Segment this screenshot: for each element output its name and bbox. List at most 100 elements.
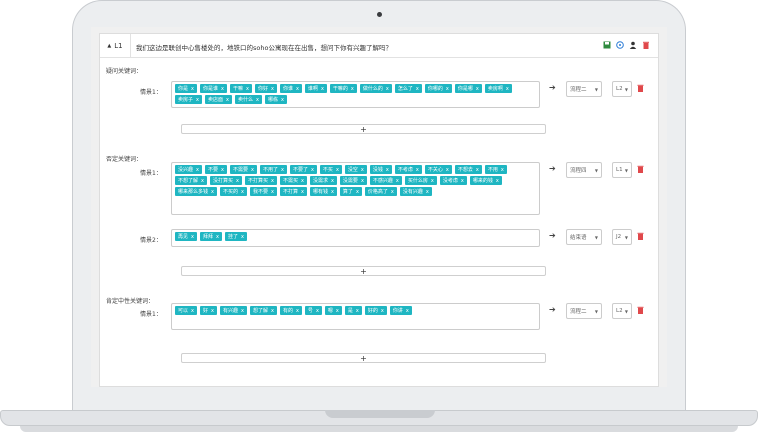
tag-remove-icon[interactable]: x (416, 166, 419, 174)
tag-remove-icon[interactable]: x (191, 233, 194, 241)
tag-remove-icon[interactable]: x (361, 177, 364, 185)
tag-remove-icon[interactable]: x (311, 166, 314, 174)
keyword-text: 哪来那么多钱 (178, 188, 209, 195)
level-select[interactable]: L1 ▼ (612, 162, 632, 178)
tag-remove-icon[interactable]: x (476, 166, 479, 174)
trash-icon[interactable] (637, 84, 644, 94)
keyword-box[interactable]: 没兴趣 x 不要 x 不需要 x 不用了 x 不要了 x 不买 x 没空 x 没钱 x 不考虑 x 不关心 x 不想去 x… (171, 162, 540, 215)
tag-remove-icon[interactable]: x (221, 166, 224, 174)
tag-remove-icon[interactable]: x (496, 177, 499, 185)
tag-remove-icon[interactable]: x (271, 85, 274, 93)
save-icon[interactable] (602, 40, 611, 49)
tag-remove-icon[interactable]: x (381, 307, 384, 315)
tag-remove-icon[interactable]: x (196, 96, 199, 104)
tag-remove-icon[interactable]: x (191, 307, 194, 315)
flow-select[interactable]: 结束语 ▼ (566, 229, 602, 245)
tag-remove-icon[interactable]: x (501, 166, 504, 174)
tag-remove-icon[interactable]: x (301, 177, 304, 185)
tag-remove-icon[interactable]: x (226, 96, 229, 104)
laptop-shadow (20, 426, 738, 432)
level-select[interactable]: L2 ▼ (612, 81, 632, 97)
keyword-tag: 不考虑 x (394, 165, 422, 174)
tag-remove-icon[interactable]: x (406, 307, 409, 315)
flow-select[interactable]: 流程二 ▼ (566, 81, 602, 97)
tag-remove-icon[interactable]: x (191, 85, 194, 93)
trash-icon[interactable] (637, 165, 644, 175)
tag-remove-icon[interactable]: x (446, 85, 449, 93)
tag-remove-icon[interactable]: x (331, 177, 334, 185)
tag-remove-icon[interactable]: x (281, 166, 284, 174)
tag-remove-icon[interactable]: x (216, 233, 219, 241)
keyword-text: 算了 (342, 188, 353, 195)
tag-remove-icon[interactable]: x (461, 177, 464, 185)
tag-remove-icon[interactable]: x (386, 166, 389, 174)
keyword-box[interactable]: 再见 x 拜拜 x 挂了 x (171, 229, 540, 247)
caret-up-icon: ▲ (107, 42, 112, 49)
keyword-text: 你谁 (282, 85, 293, 92)
tag-remove-icon[interactable]: x (241, 307, 244, 315)
tag-remove-icon[interactable]: x (301, 188, 304, 196)
tag-remove-icon[interactable]: x (416, 85, 419, 93)
tag-remove-icon[interactable]: x (361, 166, 364, 174)
tag-remove-icon[interactable]: x (256, 96, 259, 104)
tag-remove-icon[interactable]: x (386, 85, 389, 93)
keyword-tag: 卖房子 x (175, 95, 202, 104)
info-icon[interactable] (615, 40, 624, 49)
level-select[interactable]: J2 ▼ (612, 229, 632, 245)
tag-remove-icon[interactable]: x (241, 188, 244, 196)
keyword-tag: 有的 x (279, 306, 302, 315)
keyword-tag: 哪来的钱 x (469, 176, 502, 185)
tag-remove-icon[interactable]: x (396, 177, 399, 185)
keyword-tag: 没需求 x (309, 176, 337, 185)
tag-remove-icon[interactable]: x (211, 188, 214, 196)
tag-remove-icon[interactable]: x (321, 85, 324, 93)
trash-icon[interactable] (637, 306, 644, 316)
tag-remove-icon[interactable]: x (296, 307, 299, 315)
tag-remove-icon[interactable]: x (336, 166, 339, 174)
tag-remove-icon[interactable]: x (476, 85, 479, 93)
tag-remove-icon[interactable]: x (196, 166, 199, 174)
tag-remove-icon[interactable]: x (271, 177, 274, 185)
keyword-text: 你哪的 (427, 85, 443, 92)
keyword-text: 没钱 (372, 166, 383, 173)
trash-icon[interactable] (637, 232, 644, 242)
tag-remove-icon[interactable]: x (246, 85, 249, 93)
tag-remove-icon[interactable]: x (506, 85, 509, 93)
tag-remove-icon[interactable]: x (446, 166, 449, 174)
flow-select[interactable]: 流程二 ▼ (566, 303, 602, 319)
add-scenario-button[interactable]: + (181, 353, 546, 363)
tag-remove-icon[interactable]: x (431, 177, 434, 185)
tag-remove-icon[interactable]: x (241, 233, 244, 241)
tag-remove-icon[interactable]: x (271, 188, 274, 196)
tag-remove-icon[interactable]: x (331, 188, 334, 196)
tag-remove-icon[interactable]: x (251, 166, 254, 174)
tag-remove-icon[interactable]: x (316, 307, 319, 315)
tag-remove-icon[interactable]: x (351, 85, 354, 93)
keyword-box[interactable]: 可以 x 好 x 有兴趣 x 想了解 x 有的 x 号 x 嗯 x 是 x 好的 x 你讲 x (171, 303, 540, 330)
trash-icon[interactable] (641, 40, 650, 49)
tag-remove-icon[interactable]: x (336, 307, 339, 315)
collapse-toggle[interactable]: ▲ L1 (100, 34, 131, 57)
tag-remove-icon[interactable]: x (221, 85, 224, 93)
user-icon[interactable] (628, 40, 637, 49)
tag-remove-icon[interactable]: x (391, 188, 394, 196)
tag-remove-icon[interactable]: x (271, 307, 274, 315)
tag-remove-icon[interactable]: x (356, 307, 359, 315)
keyword-tag: 不要了 x (289, 165, 317, 174)
tag-remove-icon[interactable]: x (211, 307, 214, 315)
keyword-box[interactable]: 你是 x 你是谁 x 干嘛 x 你好 x 你谁 x 谁啊 x 干嘛的 x 做什么的 x 怎么了 x 你哪的 x 你是哪 x… (171, 81, 540, 108)
keyword-text: 有兴趣 (222, 307, 238, 314)
keyword-text: 不打算 (282, 188, 298, 195)
tag-remove-icon[interactable]: x (426, 188, 429, 196)
add-scenario-button[interactable]: + (181, 124, 546, 134)
tag-remove-icon[interactable]: x (296, 85, 299, 93)
flow-select[interactable]: 流程四 ▼ (566, 162, 602, 178)
tag-remove-icon[interactable]: x (201, 177, 204, 185)
tag-remove-icon[interactable]: x (236, 177, 239, 185)
level-select[interactable]: L2 ▼ (612, 303, 632, 319)
keyword-tag: 干嘛的 x (329, 84, 357, 93)
add-scenario-button[interactable]: + (181, 266, 546, 276)
tag-remove-icon[interactable]: x (356, 188, 359, 196)
tag-remove-icon[interactable]: x (281, 96, 284, 104)
camera-icon (377, 12, 382, 17)
